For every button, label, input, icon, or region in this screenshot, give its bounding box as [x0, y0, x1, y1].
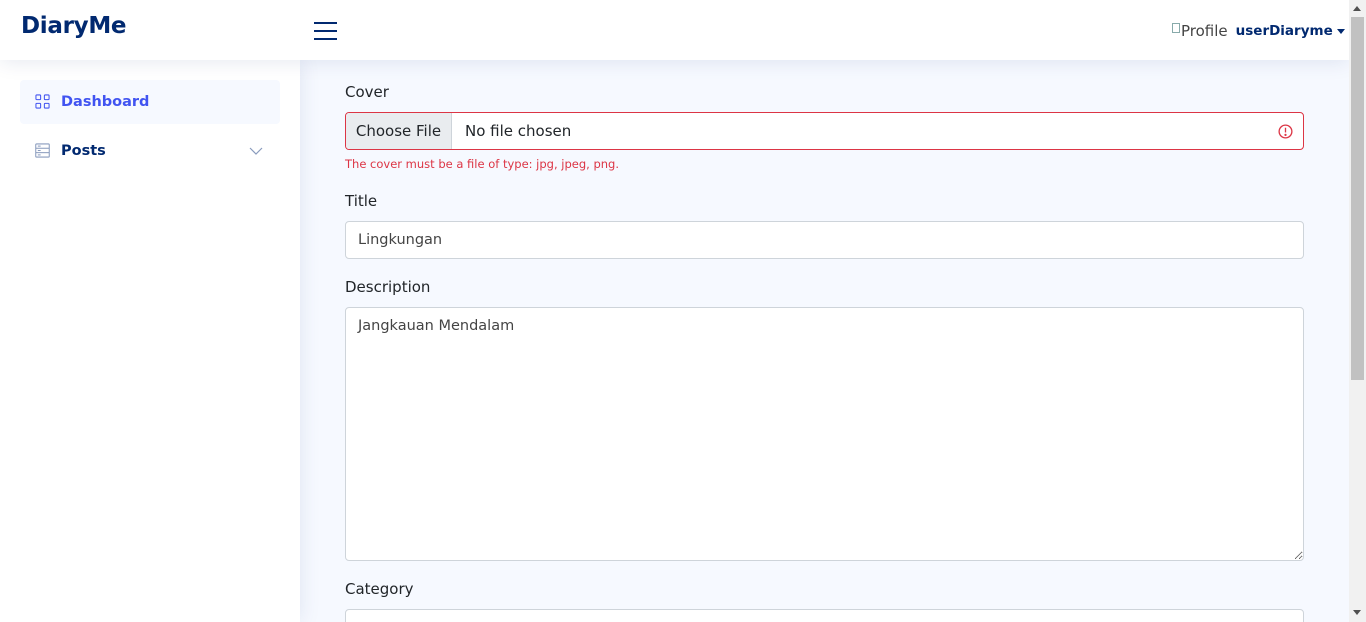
caret-down-icon [1336, 28, 1345, 34]
category-select[interactable] [345, 609, 1304, 622]
page-scrollbar[interactable] [1349, 0, 1366, 622]
chevron-down-icon [249, 147, 263, 155]
profile-avatar-alt: Profile [1181, 22, 1228, 40]
scroll-down-icon[interactable] [1353, 610, 1361, 615]
description-label: Description [345, 278, 431, 296]
sidebar-item-label: Posts [61, 143, 106, 159]
cover-label: Cover [345, 83, 389, 101]
main-content: Cover Choose File No file chosen The cov… [300, 60, 1349, 622]
broken-image-icon [1172, 23, 1180, 33]
profile-avatar: Profile [1172, 22, 1228, 40]
description-textarea[interactable]: Jangkauan Mendalam [345, 307, 1304, 561]
choose-file-button[interactable]: Choose File [346, 113, 452, 149]
sidebar: Dashboard Posts [0, 60, 300, 622]
category-label: Category [345, 580, 414, 598]
error-icon [1278, 124, 1293, 139]
grid-icon [35, 94, 50, 109]
title-label: Title [345, 192, 378, 210]
app-logo[interactable]: DiaryMe [21, 13, 127, 39]
scrollbar-thumb[interactable] [1351, 17, 1364, 380]
hamburger-icon[interactable] [314, 20, 337, 40]
profile-dropdown[interactable]: Profile userDiaryme [1172, 20, 1345, 42]
profile-username[interactable]: userDiaryme [1236, 23, 1333, 39]
cover-file-input[interactable]: Choose File No file chosen [345, 112, 1304, 150]
sidebar-item-label: Dashboard [61, 94, 150, 110]
title-input[interactable] [345, 221, 1304, 259]
file-status-text: No file chosen [465, 122, 572, 140]
sidebar-item-posts[interactable]: Posts [20, 129, 280, 173]
sidebar-item-dashboard[interactable]: Dashboard [20, 80, 280, 124]
top-header: DiaryMe Profile userDiaryme [0, 0, 1349, 60]
scroll-up-icon[interactable] [1353, 6, 1361, 11]
posts-icon [35, 143, 50, 158]
cover-error-message: The cover must be a file of type: jpg, j… [345, 157, 620, 171]
